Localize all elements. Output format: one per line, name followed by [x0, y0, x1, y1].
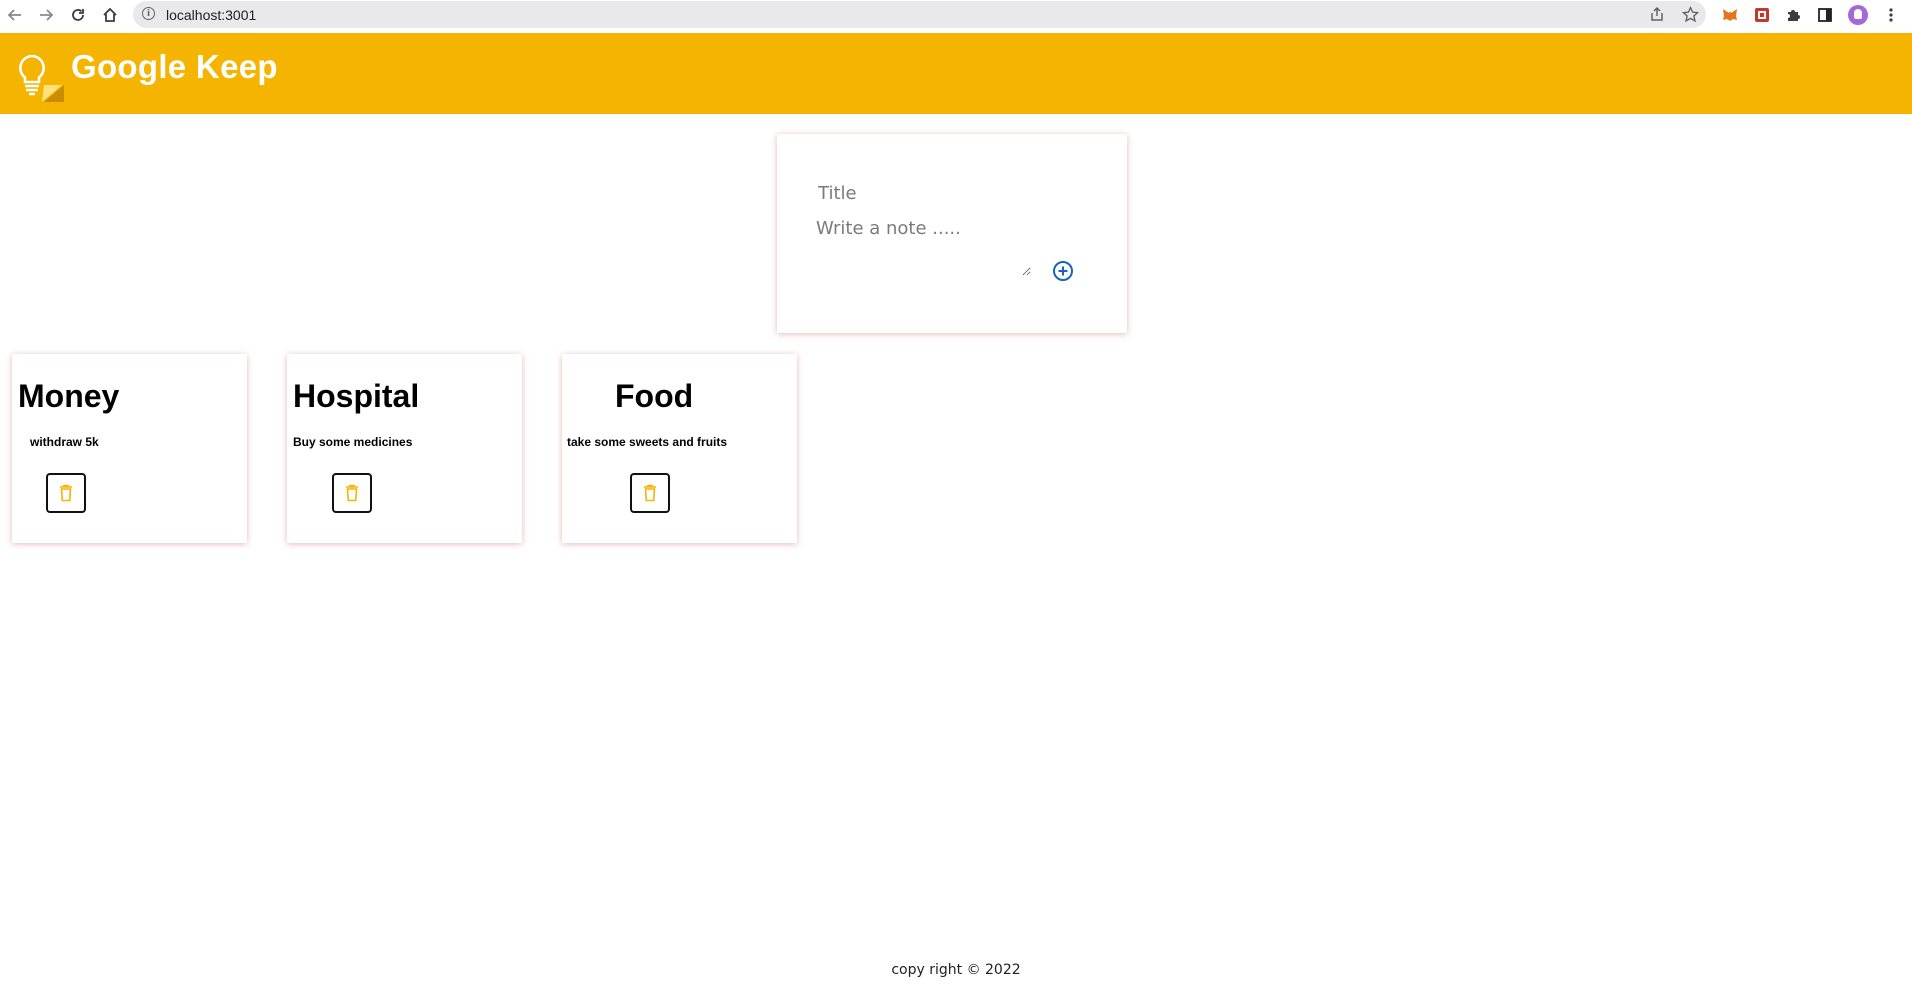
note-card: Hospital Buy some medicines — [287, 354, 522, 543]
plus-circle-icon — [1053, 261, 1073, 281]
trash-icon — [644, 484, 656, 502]
profile-avatar[interactable] — [1848, 5, 1868, 25]
side-panel-icon[interactable] — [1814, 4, 1836, 26]
delete-note-button[interactable] — [46, 473, 86, 513]
reload-icon[interactable] — [63, 0, 93, 30]
trash-icon — [60, 484, 72, 502]
puzzle-icon[interactable] — [1782, 4, 1804, 26]
note-content: withdraw 5k — [30, 435, 99, 449]
footer-copyright: copy right © 2022 — [891, 962, 1021, 978]
app-title: Google Keep — [71, 48, 278, 85]
browser-toolbar: i localhost:3001 — [0, 0, 1912, 34]
home-icon[interactable] — [95, 0, 125, 30]
note-title: Hospital — [293, 378, 420, 414]
lightbulb-logo-icon — [14, 52, 64, 102]
app-header: Google Keep — [0, 33, 1912, 114]
forward-icon[interactable] — [31, 0, 61, 30]
site-info-icon[interactable]: i — [142, 7, 155, 20]
share-icon[interactable] — [1644, 1, 1670, 27]
menu-icon[interactable] — [1880, 4, 1902, 26]
note-content: take some sweets and fruits — [567, 435, 728, 449]
delete-note-button[interactable] — [332, 473, 372, 513]
extension-icon[interactable] — [1751, 4, 1773, 26]
create-note-form — [777, 134, 1127, 333]
address-url[interactable]: localhost:3001 — [166, 7, 256, 23]
bookmark-star-icon[interactable] — [1677, 1, 1703, 27]
address-bar[interactable]: i localhost:3001 — [133, 1, 1706, 28]
note-title-input[interactable] — [816, 178, 1090, 208]
note-card: Food take some sweets and fruits — [562, 354, 797, 543]
back-icon[interactable] — [0, 0, 30, 30]
delete-note-button[interactable] — [630, 473, 670, 513]
note-title: Food — [615, 378, 694, 414]
note-card: Money withdraw 5k — [12, 354, 247, 543]
note-content: Buy some medicines — [293, 435, 413, 449]
trash-icon — [346, 484, 358, 502]
metamask-icon[interactable] — [1719, 4, 1741, 26]
note-content-textarea[interactable] — [816, 218, 1031, 276]
add-note-button[interactable] — [1051, 259, 1075, 283]
note-title: Money — [18, 378, 120, 414]
